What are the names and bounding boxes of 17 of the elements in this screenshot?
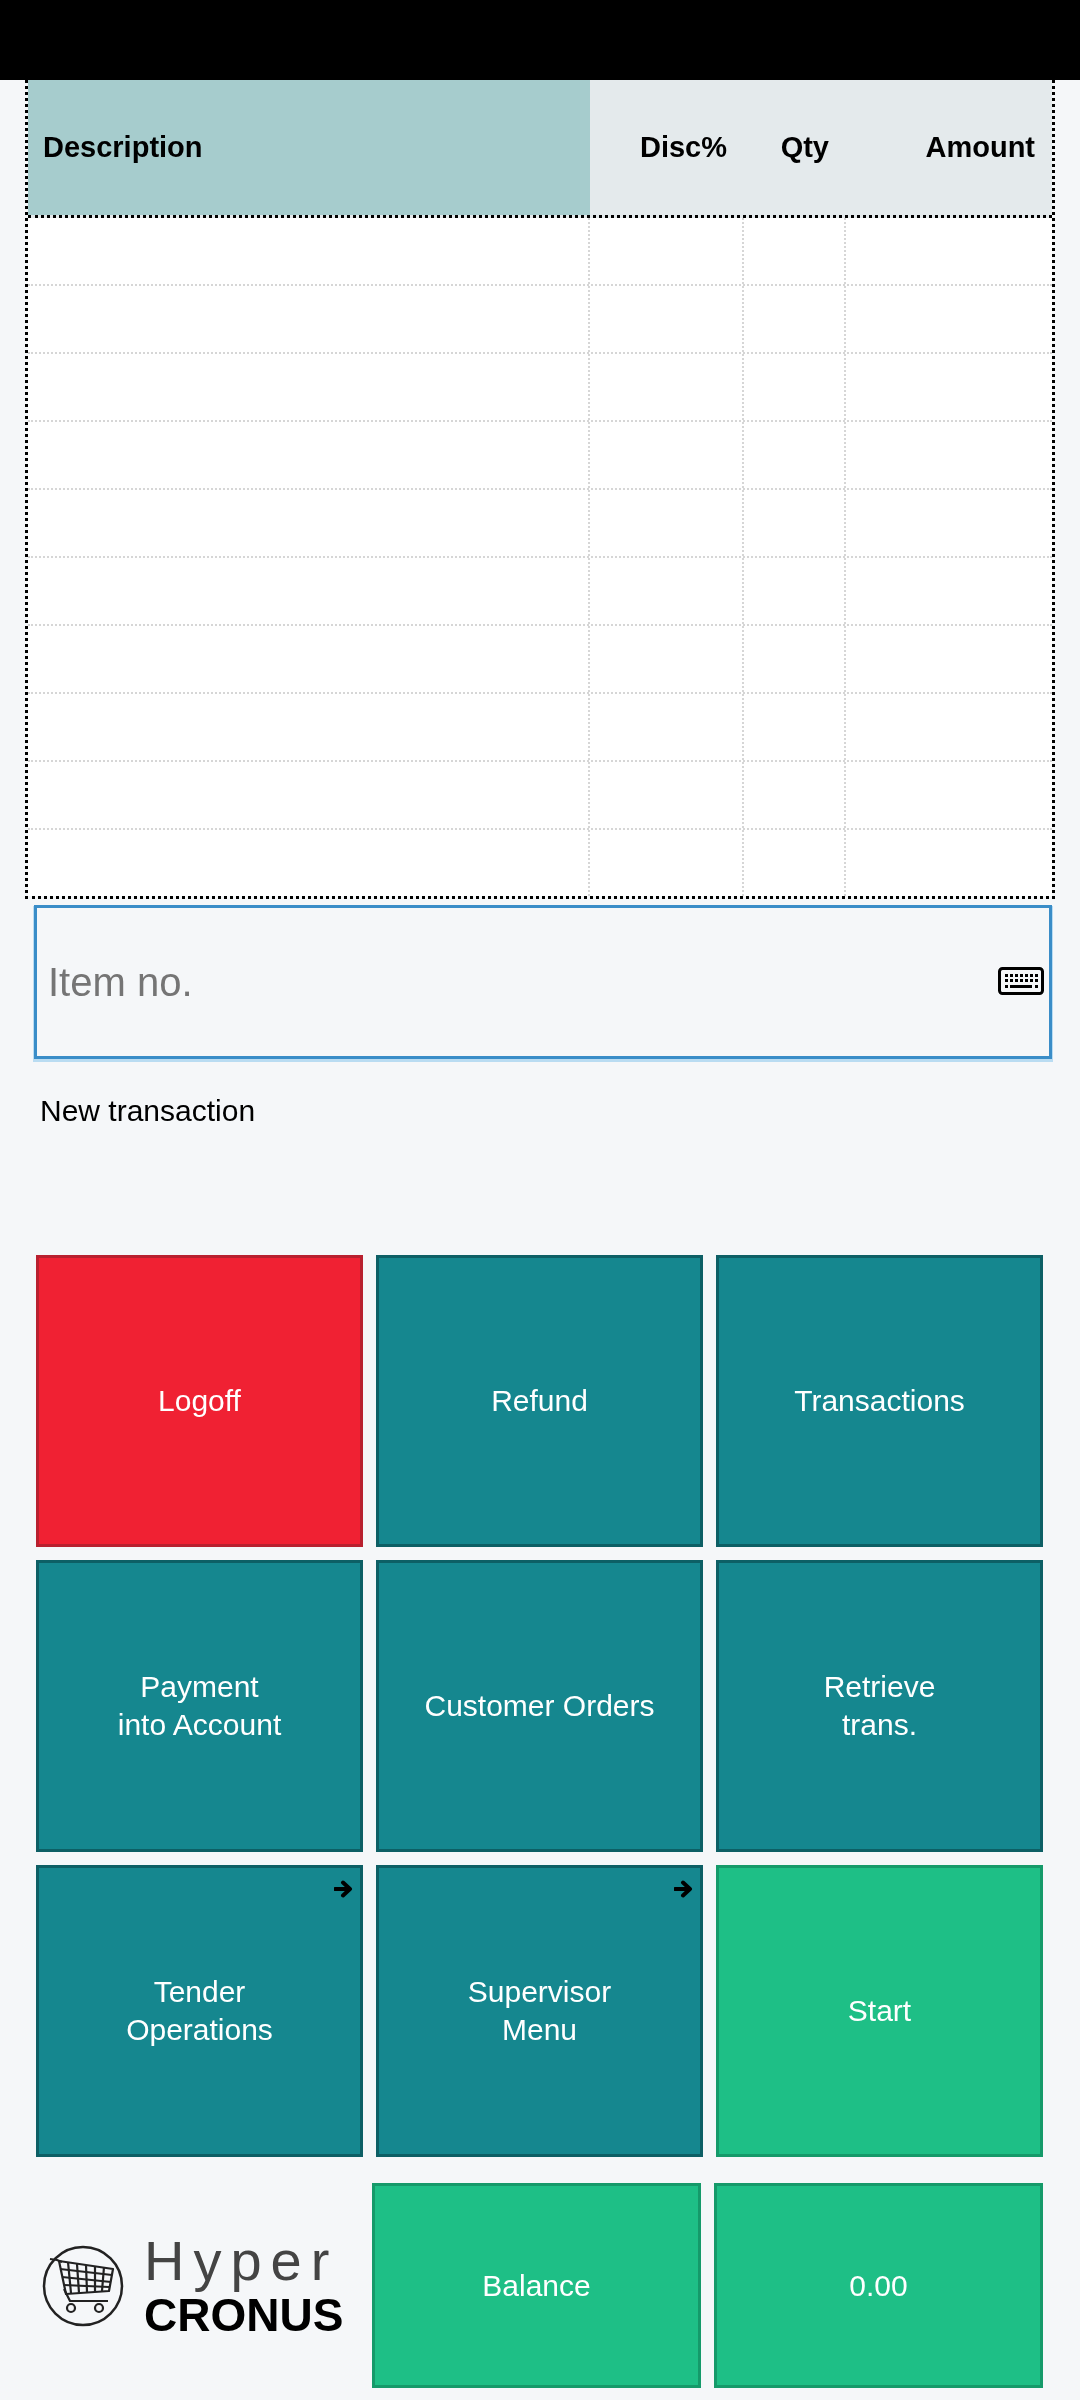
menu-button[interactable]: Balance bbox=[372, 2183, 701, 2388]
menu-button[interactable]: Logoff bbox=[36, 1255, 363, 1547]
menu-button[interactable]: Refund bbox=[376, 1255, 703, 1547]
status-text: New transaction bbox=[40, 1093, 256, 1129]
item-number-field[interactable]: Item no. bbox=[34, 905, 1052, 1059]
menu-button[interactable]: Customer Orders bbox=[376, 1560, 703, 1852]
cart-icon bbox=[42, 2244, 124, 2327]
column-header[interactable]: Description bbox=[28, 80, 590, 215]
menu-button[interactable]: Retrieve trans. bbox=[716, 1560, 1043, 1852]
logo-text: Hyper bbox=[144, 2231, 339, 2290]
menu-button[interactable]: 0.00 bbox=[714, 2183, 1043, 2388]
menu-button[interactable]: Start bbox=[716, 1865, 1043, 2157]
menu-button[interactable]: Payment into Account bbox=[36, 1560, 363, 1852]
menu-button[interactable]: Tender Operations bbox=[36, 1865, 363, 2157]
menu-button[interactable]: Transactions bbox=[716, 1255, 1043, 1547]
keyboard-icon[interactable] bbox=[998, 967, 1044, 995]
menu-button[interactable]: Supervisor Menu bbox=[376, 1865, 703, 2157]
